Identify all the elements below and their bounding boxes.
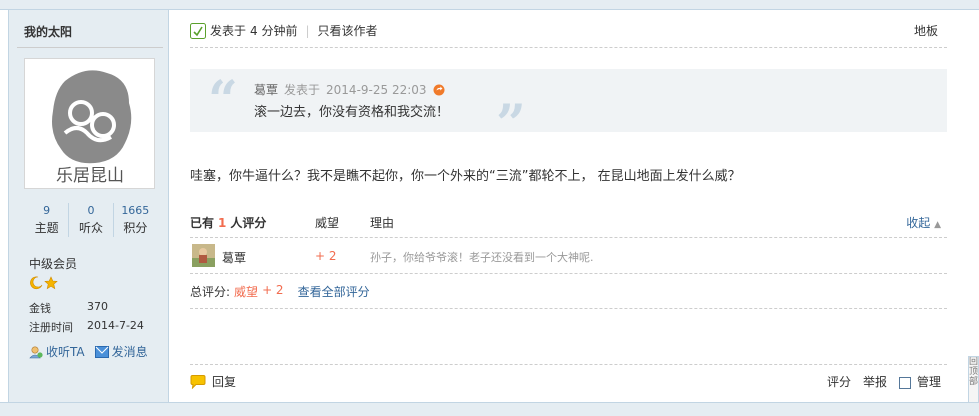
quote-time: 2014-9-25 22:03 [326,82,427,97]
posted-time: 4 分钟前 [250,24,298,38]
post-main: 发表于 4 分钟前 | 只看该作者 地板 “ 葛覃 发表于 2014-9-25 … [170,10,970,402]
top-border [0,0,979,10]
rater-score: + 2 [315,249,337,263]
floor-number[interactable]: 地板 [914,22,938,39]
rating-divider-top [190,237,947,238]
rating-total-value: + 2 [262,283,284,297]
moon-icon [30,276,43,290]
follow-icon [29,345,43,358]
quote-author: 葛覃 [254,83,279,97]
regdate-row: 注册时间 2014-7-24 [29,319,144,334]
quote-close-icon: ” [496,94,526,155]
stat-threads[interactable]: 9 主题 [25,203,68,237]
quote-posted-label: 发表于 [284,83,321,97]
checkbox-icon [898,376,911,389]
stat-followers[interactable]: 0 听众 [68,203,112,237]
header-divider [190,47,947,48]
sidebar-divider [17,47,163,48]
collapse-arrow-icon: ▲ [934,220,941,230]
quote-block: “ 葛覃 发表于 2014-9-25 22:03 滚一边去，你没有资格和我交流！… [190,69,947,155]
quote-text: 滚一边去，你没有资格和我交流！ [254,105,450,120]
level-icons [29,276,58,290]
author-stats: 9 主题 0 听众 1665 积分 [25,203,157,237]
member-level[interactable]: 中级会员 [29,255,77,272]
rater-reason: 孙子，你给爷爷滚！老子还没看到一个大神呢. [370,251,594,264]
rating-total-label: 总评分: [190,285,231,299]
report-button[interactable]: 举报 [863,373,887,390]
author-sidebar: 我的太阳 乐居昆山 9 主题 0 听众 1665 积分 中级会员 金钱 370 … [8,10,169,402]
content-divider [190,308,947,309]
jump-to-post-icon[interactable] [433,84,445,96]
message-button[interactable]: 发消息 [94,343,148,360]
view-all-ratings-link[interactable]: 查看全部评分 [298,283,370,300]
follow-button[interactable]: 收听TA [29,343,85,360]
rating-col-reason: 理由 [370,216,395,230]
rating-divider-bottom [190,273,947,274]
online-status-icon [190,22,206,39]
rating-total-item: 威望 [234,285,259,299]
reply-icon [190,374,206,389]
envelope-icon [94,345,109,358]
stat-points[interactable]: 1665 积分 [112,203,157,237]
author-actions: 收听TA 发消息 [29,343,148,360]
rate-button[interactable]: 评分 [827,373,851,390]
rater-avatar-image-icon [192,244,215,267]
rater-avatar[interactable] [192,244,215,267]
rating-row: 葛覃 + 2 孙子，你给爷爷滚！老子还没看到一个大神呢. [190,243,947,273]
author-name[interactable]: 我的太阳 [24,23,72,40]
back-to-top-button[interactable]: 回顶部 [968,356,979,404]
avatar-logo-icon: 乐居昆山 [52,70,132,186]
rating-total: 总评分: 威望 + 2 查看全部评分 [190,283,370,300]
rating-collapse-button[interactable]: 收起 ▲ [906,214,941,231]
quote-meta: 葛覃 发表于 2014-9-25 22:03 [254,81,445,98]
footer-actions: 评分 举报 管理 [827,373,941,390]
reply-button[interactable]: 回复 [190,373,236,390]
bottom-border [0,402,979,416]
post-header: 发表于 4 分钟前 | 只看该作者 [190,22,378,39]
quote-open-icon: “ [208,70,238,131]
rating-col-prestige: 威望 [315,216,340,230]
footer-divider [190,364,947,365]
star-icon [44,276,58,290]
svg-text:乐居昆山: 乐居昆山 [56,166,124,186]
author-avatar[interactable]: 乐居昆山 [24,58,155,189]
rating-count: 已有 1 人评分 [190,216,267,230]
rater-name[interactable]: 葛覃 [222,249,246,266]
post-content: 哇塞，你牛逼什么？我不是瞧不起你，你一个外来的“三流”都轮不上， 在昆山地面上发… [190,169,741,184]
header-separator: | [305,23,310,38]
manage-checkbox[interactable]: 管理 [898,373,941,390]
money-row: 金钱 370 [29,300,108,315]
posted-label: 发表于 [210,24,247,38]
only-author-link[interactable]: 只看该作者 [318,22,378,39]
